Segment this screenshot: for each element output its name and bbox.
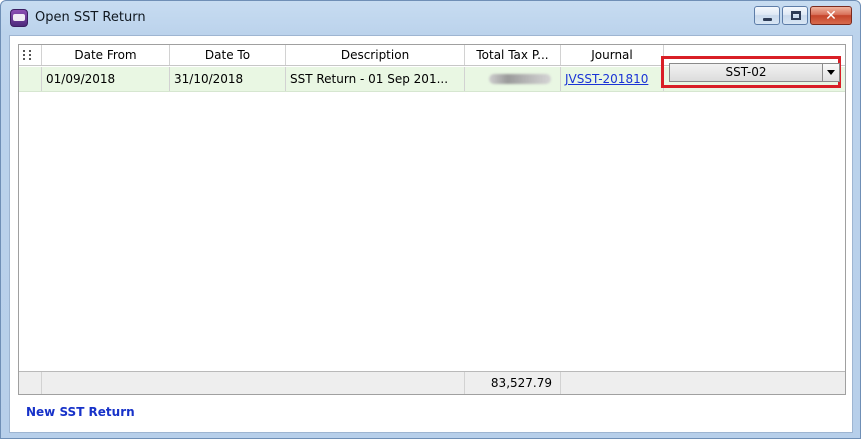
close-button[interactable]: ✕	[810, 6, 852, 25]
column-header-journal[interactable]: Journal	[561, 45, 664, 65]
maximize-icon	[791, 11, 801, 20]
redacted-value	[489, 74, 551, 84]
column-chooser-icon	[23, 50, 31, 60]
cell-description[interactable]: SST Return - 01 Sep 201...	[286, 67, 465, 91]
app-logo-mark	[13, 14, 25, 21]
title-bar[interactable]: Open SST Return ✕	[1, 1, 860, 35]
column-header-total-tax[interactable]: Total Tax P...	[465, 45, 561, 65]
form-type-dropdown-button[interactable]	[822, 64, 839, 81]
footer-spacer-right	[561, 372, 845, 394]
new-sst-return-link[interactable]: New SST Return	[26, 405, 135, 419]
app-logo-icon	[10, 9, 28, 27]
minimize-icon	[763, 18, 772, 21]
cell-date-from[interactable]: 01/09/2018	[42, 67, 170, 91]
row-indicator[interactable]	[19, 67, 42, 91]
dialog-body: Date From Date To Description Total Tax …	[9, 35, 853, 433]
form-type-highlight: SST-02	[661, 56, 841, 88]
footer-total-tax: 83,527.79	[465, 372, 561, 394]
column-header-date-to[interactable]: Date To	[170, 45, 286, 65]
open-sst-return-window: Open SST Return ✕ Date From Date To Desc…	[0, 0, 861, 439]
window-title: Open SST Return	[35, 10, 146, 25]
footer-spacer	[42, 372, 465, 394]
chevron-down-icon	[827, 70, 835, 75]
column-header-date-from[interactable]: Date From	[42, 45, 170, 65]
column-chooser[interactable]	[19, 45, 42, 65]
form-type-value[interactable]: SST-02	[670, 64, 822, 81]
sst-return-grid: Date From Date To Description Total Tax …	[18, 44, 846, 395]
maximize-button[interactable]	[782, 6, 808, 25]
column-header-description[interactable]: Description	[286, 45, 465, 65]
minimize-button[interactable]	[754, 6, 780, 25]
cell-journal[interactable]: JVSST-201810	[561, 67, 664, 91]
footer-indicator	[19, 372, 42, 394]
grid-footer: 83,527.79	[19, 371, 845, 394]
cell-total-tax-redacted[interactable]	[465, 67, 561, 91]
cell-date-to[interactable]: 31/10/2018	[170, 67, 286, 91]
close-icon: ✕	[825, 8, 837, 24]
window-controls: ✕	[754, 6, 852, 25]
journal-link[interactable]: JVSST-201810	[565, 72, 648, 86]
form-type-dropdown[interactable]: SST-02	[669, 63, 840, 82]
